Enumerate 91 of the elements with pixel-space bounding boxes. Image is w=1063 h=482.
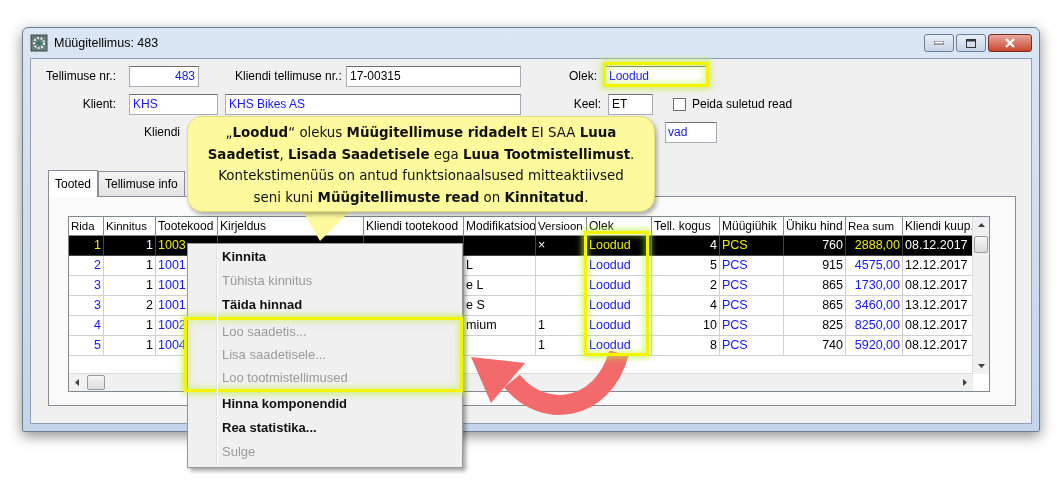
field-label: Klient: (81, 97, 116, 111)
table-cell: 3460,00 (846, 296, 903, 316)
scroll-left-icon[interactable] (75, 379, 79, 386)
table-cell: 8250,00 (846, 316, 903, 336)
vertical-scrollbar[interactable] (972, 217, 989, 374)
table-cell: 2 (104, 296, 156, 316)
column-header[interactable]: Kliendi tootekood (364, 217, 464, 236)
table-cell: e S (464, 296, 536, 316)
tab[interactable]: Tellimuse info (98, 171, 185, 196)
table-cell: 1 (536, 336, 587, 356)
checkbox[interactable] (673, 97, 686, 111)
menu-item[interactable]: Hinna komponendid (188, 392, 462, 416)
table-cell: Loodud (587, 256, 652, 276)
table-cell: PCS (720, 316, 784, 336)
table-cell: Loodud (587, 336, 652, 356)
table-cell: 1 (104, 276, 156, 296)
maximize-button[interactable] (956, 34, 986, 52)
close-button[interactable] (988, 34, 1032, 52)
table-cell: PCS (720, 336, 784, 356)
scrollbar-thumb[interactable] (974, 236, 988, 253)
table-cell: 760 (784, 236, 846, 256)
table-cell: 1 (104, 236, 156, 256)
text-field[interactable]: vad (665, 121, 718, 143)
table-cell: L (464, 256, 536, 276)
table-cell: 1 (104, 316, 156, 336)
scroll-up-icon[interactable] (978, 223, 985, 227)
table-cell: Loodud (587, 316, 652, 336)
table-cell: 825 (784, 316, 846, 336)
table-cell: PCS (720, 296, 784, 316)
field-label: Olek: (569, 69, 597, 83)
checkbox-label: Peida suletud read (692, 97, 793, 111)
app-icon (30, 34, 48, 52)
customer-order-field[interactable]: 17-00315 (346, 65, 521, 87)
table-cell: 8 (652, 336, 720, 356)
scrollbar-thumb[interactable] (87, 375, 105, 390)
column-header[interactable]: Rea sum (846, 217, 903, 236)
client-name-field[interactable]: KHS Bikes AS (225, 93, 521, 115)
table-cell: 3 (69, 276, 104, 296)
table-cell: Loodud (587, 276, 652, 296)
field-label: Kliendi tellimuse nr.: (235, 69, 341, 83)
field-label: Tellimuse nr.: (44, 69, 116, 83)
table-cell: 1730,00 (846, 276, 903, 296)
table-cell: mium (464, 316, 536, 336)
table-cell: PCS (720, 276, 784, 296)
table-cell: 740 (784, 336, 846, 356)
table-cell: 865 (784, 296, 846, 316)
column-header[interactable]: Versioon (536, 217, 587, 236)
column-header[interactable]: Müügiühik (720, 217, 784, 236)
table-cell: 915 (784, 256, 846, 276)
table-cell: PCS (720, 236, 784, 256)
table-cell: 1 (104, 336, 156, 356)
table-cell: 3 (69, 296, 104, 316)
table-cell: 4 (652, 296, 720, 316)
table-cell: 4575,00 (846, 256, 903, 276)
column-header[interactable]: Tootekood (156, 217, 218, 236)
table-cell: 10 (652, 316, 720, 336)
close-icon (1004, 38, 1016, 48)
column-header[interactable]: Ühiku hind (784, 217, 846, 236)
field-label: Kliendi (144, 125, 181, 139)
minimize-icon (934, 41, 944, 45)
table-cell: 2 (69, 256, 104, 276)
table-cell: 5 (69, 336, 104, 356)
table-cell: 1 (69, 236, 104, 256)
menu-item[interactable]: Rea statistika... (188, 416, 462, 440)
table-cell: e L (464, 276, 536, 296)
table-cell: 1 (104, 256, 156, 276)
table-cell: 4 (69, 316, 104, 336)
table-cell: Loodud (587, 296, 652, 316)
table-cell: 865 (784, 276, 846, 296)
table-cell: 5920,00 (846, 336, 903, 356)
column-header[interactable]: Kinnitus (104, 217, 156, 236)
table-cell: 2 (652, 276, 720, 296)
scroll-right-icon[interactable] (963, 379, 967, 386)
table-cell: 5 (652, 256, 720, 276)
column-header[interactable]: Rida (69, 217, 104, 236)
table-cell: PCS (720, 256, 784, 276)
language-field[interactable]: ET (608, 93, 653, 115)
client-code-field[interactable]: KHS (129, 93, 218, 115)
tab[interactable]: Tooted (48, 170, 99, 197)
table-cell: 1 (536, 316, 587, 336)
order-number-field[interactable]: 483 (129, 65, 199, 87)
scroll-down-icon[interactable] (978, 364, 985, 368)
maximize-icon (966, 38, 976, 48)
window-title: Müügitellimus: 483 (54, 36, 159, 50)
table-cell: 2888,00 (846, 236, 903, 256)
table-cell: × (536, 236, 587, 256)
column-header[interactable]: Tell. kogus (652, 217, 720, 236)
field-label: Keel: (572, 97, 601, 111)
table-cell: 4 (652, 236, 720, 256)
table-cell: Loodud (587, 236, 652, 256)
column-header[interactable]: Modifikatsioo (464, 217, 536, 236)
